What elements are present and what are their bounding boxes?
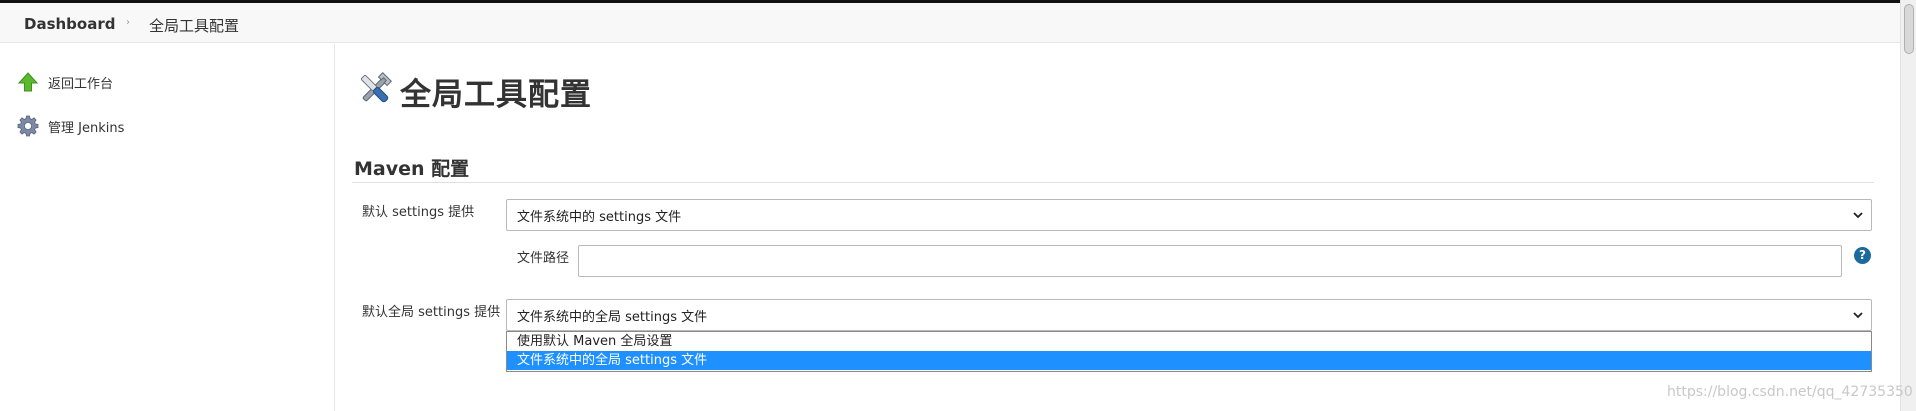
- global-settings-select-value: 文件系统中的全局 settings 文件: [517, 309, 708, 325]
- file-path-label: 文件路径: [517, 251, 570, 266]
- breadcrumb: Dashboard › 全局工具配置: [0, 3, 1900, 43]
- dropdown-option-filesystem-global[interactable]: 文件系统中的全局 settings 文件: [507, 351, 1871, 370]
- sidebar-item-label: 返回工作台: [48, 76, 114, 92]
- tools-icon: [354, 68, 396, 114]
- chevron-down-icon: [1851, 208, 1865, 222]
- maven-section-title: Maven 配置: [354, 158, 470, 180]
- sidebar-item-label: 管理 Jenkins: [48, 120, 125, 136]
- file-path-input[interactable]: [578, 245, 1842, 277]
- default-settings-label: 默认 settings 提供: [362, 205, 475, 220]
- breadcrumb-separator-icon[interactable]: ›: [126, 17, 130, 28]
- help-icon[interactable]: ?: [1854, 247, 1871, 264]
- breadcrumb-dashboard-link[interactable]: Dashboard: [24, 15, 115, 33]
- global-settings-label: 默认全局 settings 提供: [362, 305, 501, 320]
- scrollbar-thumb[interactable]: [1904, 4, 1914, 54]
- chevron-down-icon: [1851, 308, 1865, 322]
- default-settings-select-value: 文件系统中的 settings 文件: [517, 209, 682, 225]
- page-title-text: 全局工具配置: [400, 76, 592, 113]
- default-settings-select[interactable]: 文件系统中的 settings 文件: [506, 199, 1872, 231]
- sidebar-item-back-to-dashboard[interactable]: 返回工作台: [16, 70, 113, 94]
- breadcrumb-current[interactable]: 全局工具配置: [149, 15, 239, 36]
- global-settings-dropdown-list: 使用默认 Maven 全局设置 文件系统中的全局 settings 文件: [506, 331, 1872, 372]
- gear-icon: [16, 114, 40, 138]
- global-settings-select[interactable]: 文件系统中的全局 settings 文件: [506, 299, 1872, 331]
- sidebar-item-manage-jenkins[interactable]: 管理 Jenkins: [16, 114, 124, 138]
- watermark-text: https://blog.csdn.net/qq_42735350: [1667, 384, 1913, 400]
- vertical-scrollbar[interactable]: [1900, 0, 1916, 411]
- page-title: 全局工具配置: [354, 68, 592, 114]
- sidebar: 返回工作台 管理 Jenkins: [0, 44, 335, 411]
- up-arrow-icon: [16, 70, 40, 94]
- dropdown-option-default-maven[interactable]: 使用默认 Maven 全局设置: [507, 332, 1871, 351]
- section-divider: [352, 182, 1874, 183]
